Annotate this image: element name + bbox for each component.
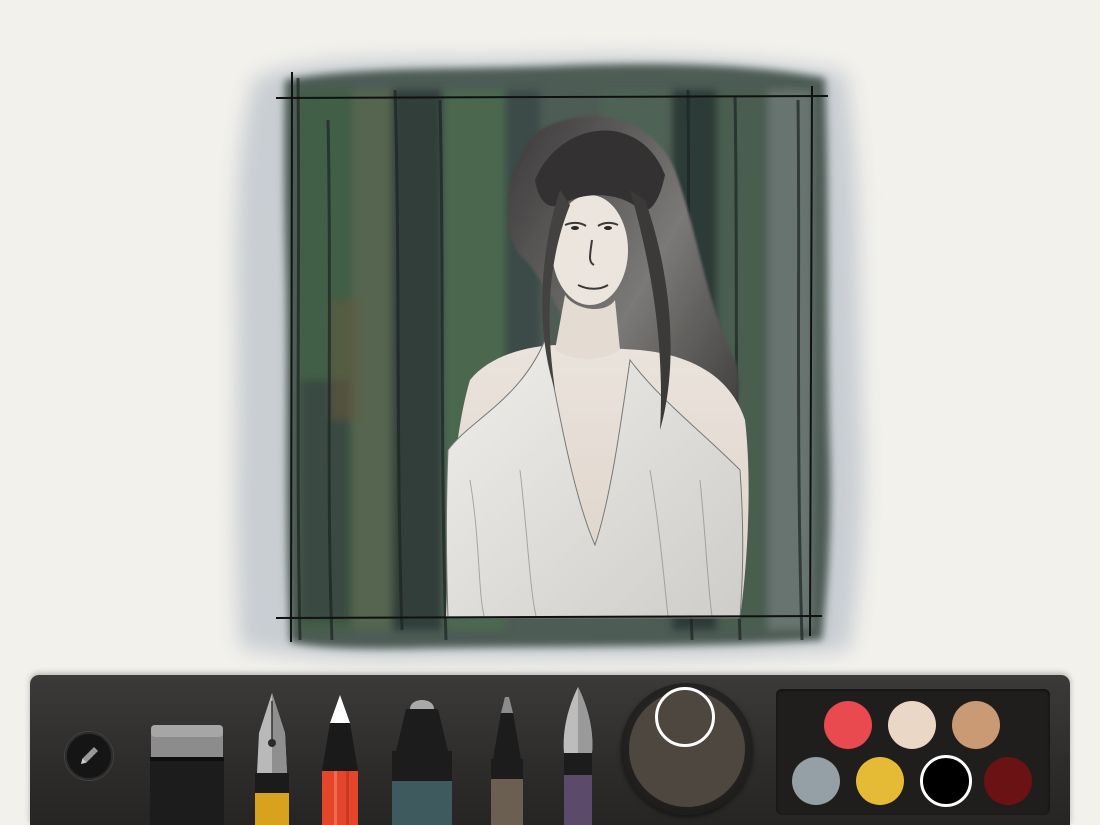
tool-tray: [30, 675, 1070, 825]
pen-icon: [491, 697, 523, 825]
pencil-icon: [322, 695, 358, 825]
drawing-canvas[interactable]: [0, 0, 1100, 670]
swatch-yellow[interactable]: [856, 757, 904, 805]
watercolor-portrait-artwork: [235, 55, 864, 661]
pen-tool[interactable]: [487, 697, 527, 825]
brush-icon: [563, 687, 593, 825]
color-mixer[interactable]: [621, 683, 753, 815]
marker-icon: [392, 700, 452, 825]
swatch-red[interactable]: [824, 701, 872, 749]
watercolor-brush-tool[interactable]: [558, 687, 598, 825]
swatch-tan[interactable]: [952, 701, 1000, 749]
current-color-indicator[interactable]: [655, 687, 715, 747]
eraser-icon: [150, 725, 224, 825]
pencil-icon: [81, 747, 98, 764]
pencil-tool[interactable]: [320, 695, 360, 825]
tools-menu-button[interactable]: [65, 732, 113, 780]
swatch-beige[interactable]: [888, 701, 936, 749]
fountain-pen-icon: [255, 693, 289, 825]
eraser-tool[interactable]: [150, 725, 224, 825]
color-palette: [776, 689, 1050, 815]
swatch-grey-blue[interactable]: [792, 757, 840, 805]
swatch-black[interactable]: [920, 755, 972, 807]
swatch-dark-red[interactable]: [984, 757, 1032, 805]
marker-tool[interactable]: [388, 695, 456, 825]
fountain-pen-tool[interactable]: [252, 693, 292, 825]
